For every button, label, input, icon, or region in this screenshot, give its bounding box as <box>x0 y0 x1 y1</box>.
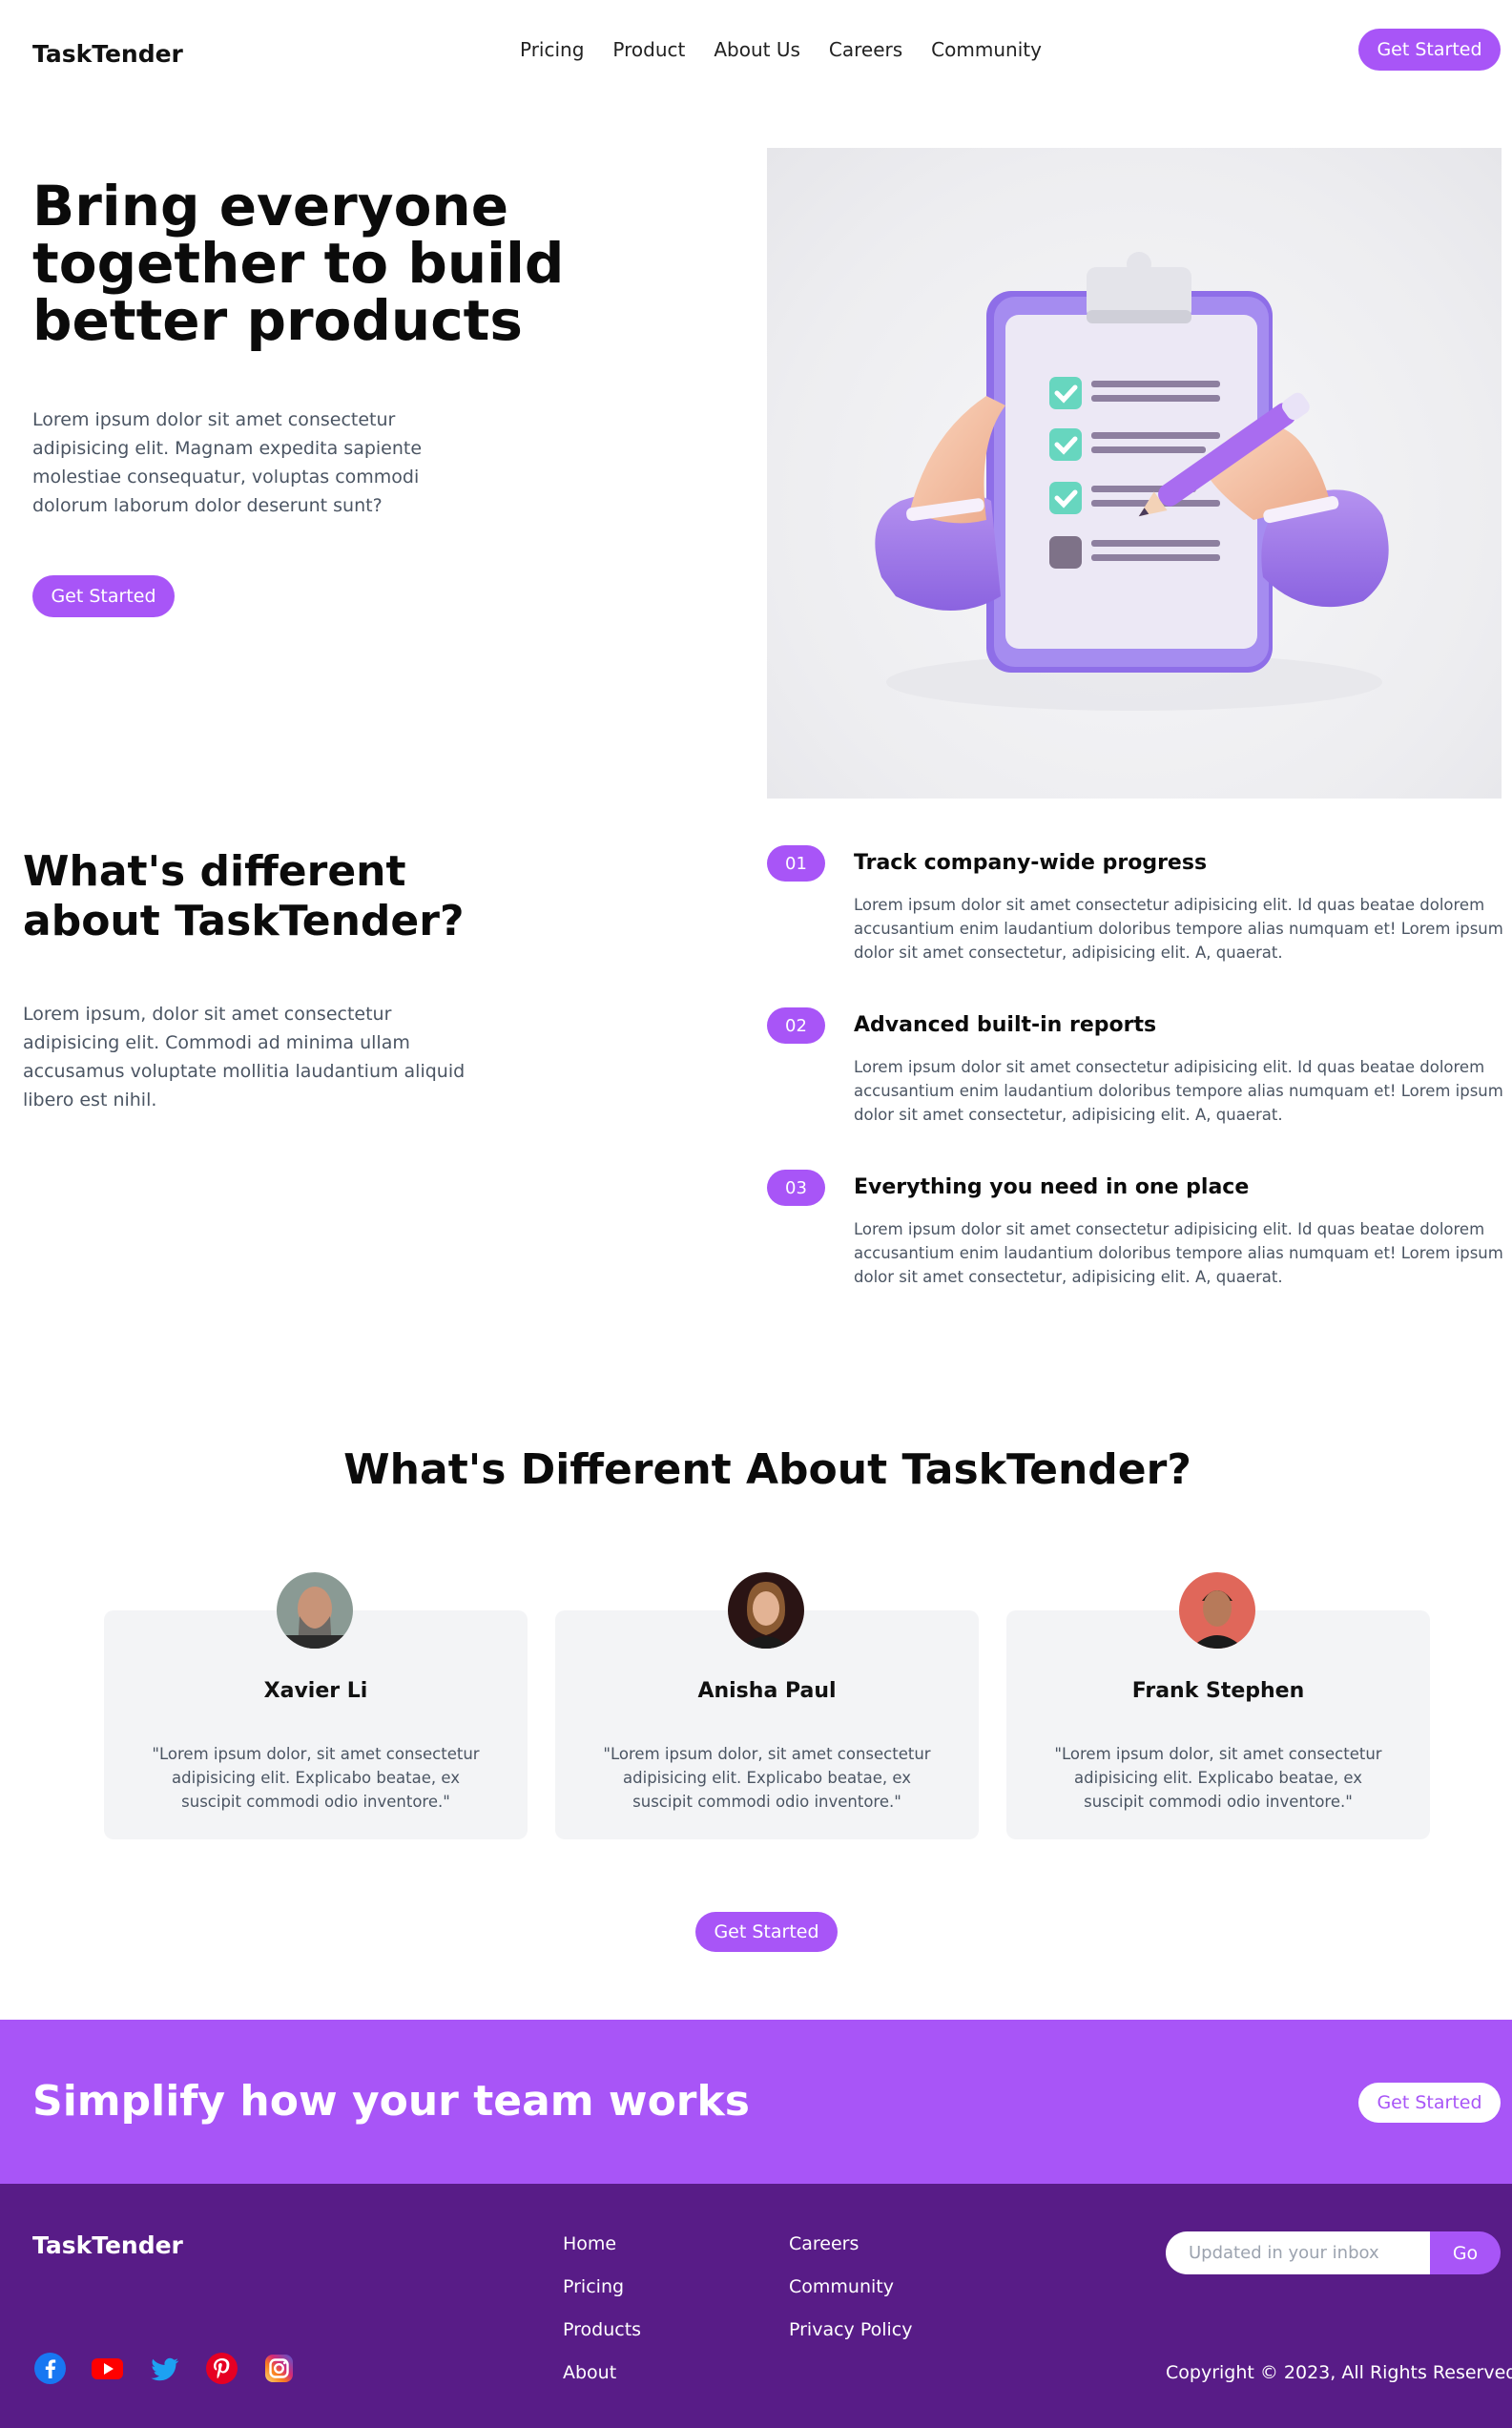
testimonial-name: Frank Stephen <box>1131 1679 1305 1703</box>
nav-product[interactable]: Product <box>612 38 685 61</box>
nav-community[interactable]: Community <box>931 38 1042 61</box>
feature-number-badge: 01 <box>767 845 825 882</box>
footer-link-products[interactable]: Products <box>563 2319 641 2341</box>
footer-links-col-1: Home Pricing Products About <box>563 2233 641 2384</box>
pinterest-icon[interactable] <box>206 2353 238 2384</box>
clipboard-checklist-illustration <box>767 148 1502 799</box>
newsletter-go-button[interactable]: Go <box>1430 2231 1501 2274</box>
feature-text: Lorem ipsum dolor sit amet consectetur a… <box>854 1058 1503 1124</box>
testimonial-quote: "Lorem ipsum dolor, sit amet consectetur… <box>152 1745 480 1811</box>
facebook-icon[interactable] <box>34 2353 66 2384</box>
cta-title: Simplify how your team works <box>32 2077 750 2126</box>
avatar <box>1179 1572 1255 1649</box>
feature-number-badge: 02 <box>767 1007 825 1044</box>
footer-link-careers[interactable]: Careers <box>789 2233 912 2255</box>
footer-links-col-2: Careers Community Privacy Policy <box>789 2233 912 2341</box>
testimonial-name: Xavier Li <box>263 1679 368 1703</box>
feature-title: Advanced built-in reports <box>854 1013 1157 1037</box>
testimonials-title: What's Different About TaskTender? <box>343 1445 1191 1494</box>
landing-page: TaskTender Pricing Product About Us Care… <box>0 0 1512 2428</box>
testimonial-quote: "Lorem ipsum dolor, sit amet consectetur… <box>603 1745 931 1811</box>
features-description: Lorem ipsum, dolor sit amet consectetur … <box>23 1004 466 1110</box>
copyright-text: Copyright © 2023, All Rights Reserved <box>1166 2362 1512 2383</box>
feature-text: Lorem ipsum dolor sit amet consectetur a… <box>854 1220 1503 1286</box>
main-nav: Pricing Product About Us Careers Communi… <box>520 38 1042 61</box>
testimonials-get-started-button[interactable]: Get Started <box>695 1912 838 1952</box>
feature-number-badge: 03 <box>767 1170 825 1206</box>
instagram-icon[interactable] <box>263 2353 295 2384</box>
newsletter-email-input[interactable] <box>1166 2231 1430 2274</box>
feature-title: Everything you need in one place <box>854 1175 1250 1199</box>
feature-title: Track company-wide progress <box>854 851 1208 875</box>
logo[interactable]: TaskTender <box>32 40 183 68</box>
nav-pricing[interactable]: Pricing <box>520 38 584 61</box>
hero-get-started-button[interactable]: Get Started <box>32 575 175 617</box>
feature-text: Lorem ipsum dolor sit amet consectetur a… <box>854 896 1503 962</box>
cta-banner: Simplify how your team works Get Started <box>0 2020 1512 2184</box>
avatar <box>277 1572 353 1649</box>
hero-description: Lorem ipsum dolor sit amet consectetur a… <box>32 409 423 516</box>
twitter-icon[interactable] <box>149 2353 180 2384</box>
footer-link-privacy-policy[interactable]: Privacy Policy <box>789 2319 912 2341</box>
site-header: TaskTender Pricing Product About Us Care… <box>0 0 1512 100</box>
header-get-started-button[interactable]: Get Started <box>1358 29 1501 71</box>
footer-logo[interactable]: TaskTender <box>32 2231 183 2259</box>
footer-link-home[interactable]: Home <box>563 2233 641 2255</box>
site-footer: TaskTender Home Pricing Products About C… <box>0 2184 1512 2428</box>
youtube-icon[interactable] <box>92 2353 123 2384</box>
social-links <box>34 2353 295 2384</box>
testimonial-name: Anisha Paul <box>697 1679 837 1703</box>
cta-get-started-button[interactable]: Get Started <box>1358 2083 1501 2123</box>
nav-careers[interactable]: Careers <box>829 38 902 61</box>
newsletter-form: Go <box>1166 2231 1501 2274</box>
testimonial-quote: "Lorem ipsum dolor, sit amet consectetur… <box>1054 1745 1382 1811</box>
avatar <box>728 1572 804 1649</box>
footer-link-about[interactable]: About <box>563 2362 641 2384</box>
hero-title: Bring everyone together to build better … <box>32 174 565 353</box>
nav-about-us[interactable]: About Us <box>714 38 800 61</box>
footer-link-community[interactable]: Community <box>789 2276 912 2298</box>
footer-link-pricing[interactable]: Pricing <box>563 2276 641 2298</box>
features-title: What's different about TaskTender? <box>23 847 465 945</box>
